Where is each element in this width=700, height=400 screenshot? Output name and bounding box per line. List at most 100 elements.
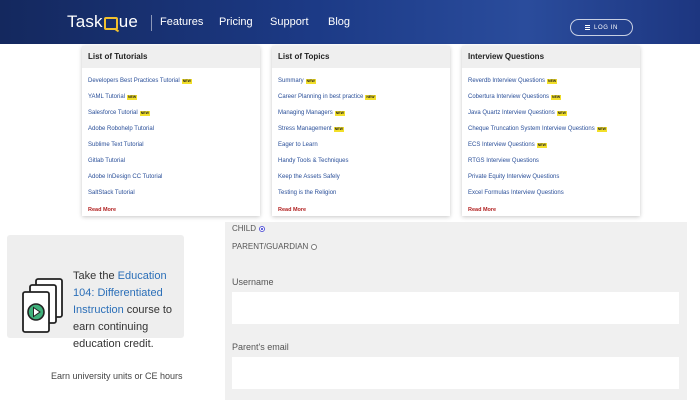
earn-units-caption: Earn university units or CE hours bbox=[51, 371, 183, 381]
dropdown-link-label: Summary bbox=[278, 78, 304, 84]
dropdown-column-interview-questions: Interview Questions Reverdb Interview Qu… bbox=[462, 46, 640, 216]
dropdown-link-label: Testing is the Religion bbox=[278, 190, 337, 196]
dropdown-link-label: Developers Best Practices Tutorial bbox=[88, 78, 180, 84]
link-list: Reverdb Interview Questions NEW Cobertura … bbox=[462, 68, 640, 218]
dropdown-link[interactable]: Salesforce Tutorial NEW bbox=[88, 105, 254, 121]
dropdown-link[interactable]: Reverdb Interview Questions NEW bbox=[468, 73, 634, 89]
menu-icon bbox=[585, 25, 591, 30]
dropdown-link[interactable]: Stress Management NEW bbox=[278, 121, 444, 137]
read-more-link[interactable]: Read More bbox=[278, 202, 444, 218]
dropdown-link-label: Stress Management bbox=[278, 126, 332, 132]
dropdown-link[interactable]: ECS Interview Questions NEW bbox=[468, 137, 634, 153]
new-badge: NEW bbox=[305, 78, 316, 84]
role-label-child: CHILD bbox=[232, 224, 257, 233]
new-badge: NEW bbox=[333, 126, 344, 132]
dropdown-link[interactable]: Private Equity Interview Questions bbox=[468, 169, 634, 185]
dropdown-link-label: YAML Tutorial bbox=[88, 94, 126, 100]
promo-prefix: Take the bbox=[73, 270, 118, 282]
dropdown-column-topics: List of Topics Summary NEW Career Planning… bbox=[272, 46, 450, 216]
dropdown-link[interactable]: Adobe InDesign CC Tutorial bbox=[88, 169, 254, 185]
dropdown-link-label: Adobe Robohelp Tutorial bbox=[88, 126, 155, 132]
parent-email-input[interactable] bbox=[232, 357, 679, 389]
dropdown-link[interactable]: Cobertura Interview Questions NEW bbox=[468, 89, 634, 105]
new-badge: NEW bbox=[551, 94, 562, 100]
dropdown-link[interactable]: Testing is the Religion bbox=[278, 185, 444, 201]
login-button[interactable]: LOG IN bbox=[570, 19, 633, 36]
child-radio[interactable] bbox=[259, 225, 266, 232]
top-nav-bar: Task ue Features Pricing Support Blog LO… bbox=[0, 0, 700, 44]
logo-text-suffix: ue bbox=[118, 12, 139, 31]
dropdown-link[interactable]: Keep the Assets Safely bbox=[278, 169, 444, 185]
new-badge: NEW bbox=[556, 110, 567, 116]
dropdown-link-label: Eager to Learn bbox=[278, 142, 318, 148]
dropdown-link[interactable]: Adobe Robohelp Tutorial bbox=[88, 121, 254, 137]
dropdown-link[interactable]: Gitlab Tutorial bbox=[88, 153, 254, 169]
link-list: Summary NEW Career Planning in best practi… bbox=[272, 68, 450, 218]
new-badge: NEW bbox=[181, 78, 192, 84]
dropdown-link[interactable]: Cheque Truncation System Interview Quest… bbox=[468, 121, 634, 137]
dropdown-link[interactable]: Java Quartz Interview Questions NEW bbox=[468, 105, 634, 121]
column-title: Interview Questions bbox=[462, 46, 640, 68]
dropdown-link[interactable]: Summary NEW bbox=[278, 73, 444, 89]
nav-support[interactable]: Support bbox=[270, 16, 309, 28]
column-title: List of Tutorials bbox=[82, 46, 260, 68]
dropdown-link-label: Career Planning in best practice bbox=[278, 94, 364, 100]
read-more-link[interactable]: Read More bbox=[468, 202, 634, 218]
role-label-parent: PARENT/GUARDIAN bbox=[232, 242, 309, 251]
dropdown-link-label: Cobertura Interview Questions bbox=[468, 94, 550, 100]
dropdown-link[interactable]: Developers Best Practices Tutorial NEW bbox=[88, 73, 254, 89]
nav-blog[interactable]: Blog bbox=[328, 16, 350, 28]
new-badge: NEW bbox=[127, 94, 138, 100]
dropdown-link-label: Managing Managers bbox=[278, 110, 333, 116]
dropdown-link-label: Salesforce Tutorial bbox=[88, 110, 138, 116]
new-badge: NEW bbox=[334, 110, 345, 116]
dropdown-link-label: Cheque Truncation System Interview Quest… bbox=[468, 126, 595, 132]
dropdown-link-label: SaltStack Tutorial bbox=[88, 190, 135, 196]
nav-features[interactable]: Features bbox=[160, 16, 203, 28]
dropdown-link-label: Handy Tools & Techniques bbox=[278, 158, 349, 164]
parent-email-label: Parent's email bbox=[232, 342, 289, 352]
dropdown-link[interactable]: Sublime Text Tutorial bbox=[88, 137, 254, 153]
read-more-link[interactable]: Read More bbox=[88, 202, 254, 218]
role-option-child[interactable]: CHILD bbox=[232, 224, 266, 233]
taskque-logo[interactable]: Task ue bbox=[67, 11, 138, 33]
dropdown-link-label: Private Equity Interview Questions bbox=[468, 174, 560, 180]
dropdown-link[interactable]: Managing Managers NEW bbox=[278, 105, 444, 121]
logo-divider bbox=[151, 15, 152, 31]
new-badge: NEW bbox=[536, 142, 547, 148]
course-promo-card: Take the Education 104: Differentiated I… bbox=[7, 235, 184, 350]
signup-form: CHILD PARENT/GUARDIAN Username Parent's … bbox=[225, 222, 687, 400]
dropdown-link[interactable]: SaltStack Tutorial bbox=[88, 185, 254, 201]
username-input[interactable] bbox=[232, 292, 679, 324]
dropdown-link[interactable]: Eager to Learn bbox=[278, 137, 444, 153]
new-badge: NEW bbox=[365, 94, 376, 100]
dropdown-link[interactable]: Handy Tools & Techniques bbox=[278, 153, 444, 169]
dropdown-link-label: ECS Interview Questions bbox=[468, 142, 535, 148]
username-label: Username bbox=[232, 277, 274, 287]
new-badge: NEW bbox=[596, 126, 607, 132]
dropdown-link[interactable]: RTGS Interview Questions bbox=[468, 153, 634, 169]
login-label: LOG IN bbox=[594, 24, 618, 31]
dropdown-link[interactable]: YAML Tutorial NEW bbox=[88, 89, 254, 105]
video-course-icon bbox=[22, 278, 63, 333]
promo-text: Take the Education 104: Differentiated I… bbox=[73, 268, 185, 353]
dropdown-link-label: Excel Formulas Interview Questions bbox=[468, 190, 564, 196]
new-badge: NEW bbox=[547, 78, 558, 84]
dropdown-link[interactable]: Excel Formulas Interview Questions bbox=[468, 185, 634, 201]
logo-q-icon bbox=[103, 16, 118, 30]
dropdown-link-label: Keep the Assets Safely bbox=[278, 174, 340, 180]
parent-radio[interactable] bbox=[311, 243, 318, 250]
role-option-parent[interactable]: PARENT/GUARDIAN bbox=[232, 242, 318, 251]
dropdown-link-label: Gitlab Tutorial bbox=[88, 158, 126, 164]
dropdown-column-tutorials: List of Tutorials Developers Best Practi… bbox=[82, 46, 260, 216]
new-badge: NEW bbox=[139, 110, 150, 116]
nav-pricing[interactable]: Pricing bbox=[219, 16, 253, 28]
dropdown-link-label: Reverdb Interview Questions bbox=[468, 78, 546, 84]
logo-text-prefix: Task bbox=[67, 12, 103, 31]
dropdown-link-label: RTGS Interview Questions bbox=[468, 158, 539, 164]
dropdown-link-label: Java Quartz Interview Questions bbox=[468, 110, 555, 116]
link-list: Developers Best Practices Tutorial NEW YAM… bbox=[82, 68, 260, 218]
dropdown-link-label: Adobe InDesign CC Tutorial bbox=[88, 174, 163, 180]
column-title: List of Topics bbox=[272, 46, 450, 68]
dropdown-link[interactable]: Career Planning in best practice NEW bbox=[278, 89, 444, 105]
